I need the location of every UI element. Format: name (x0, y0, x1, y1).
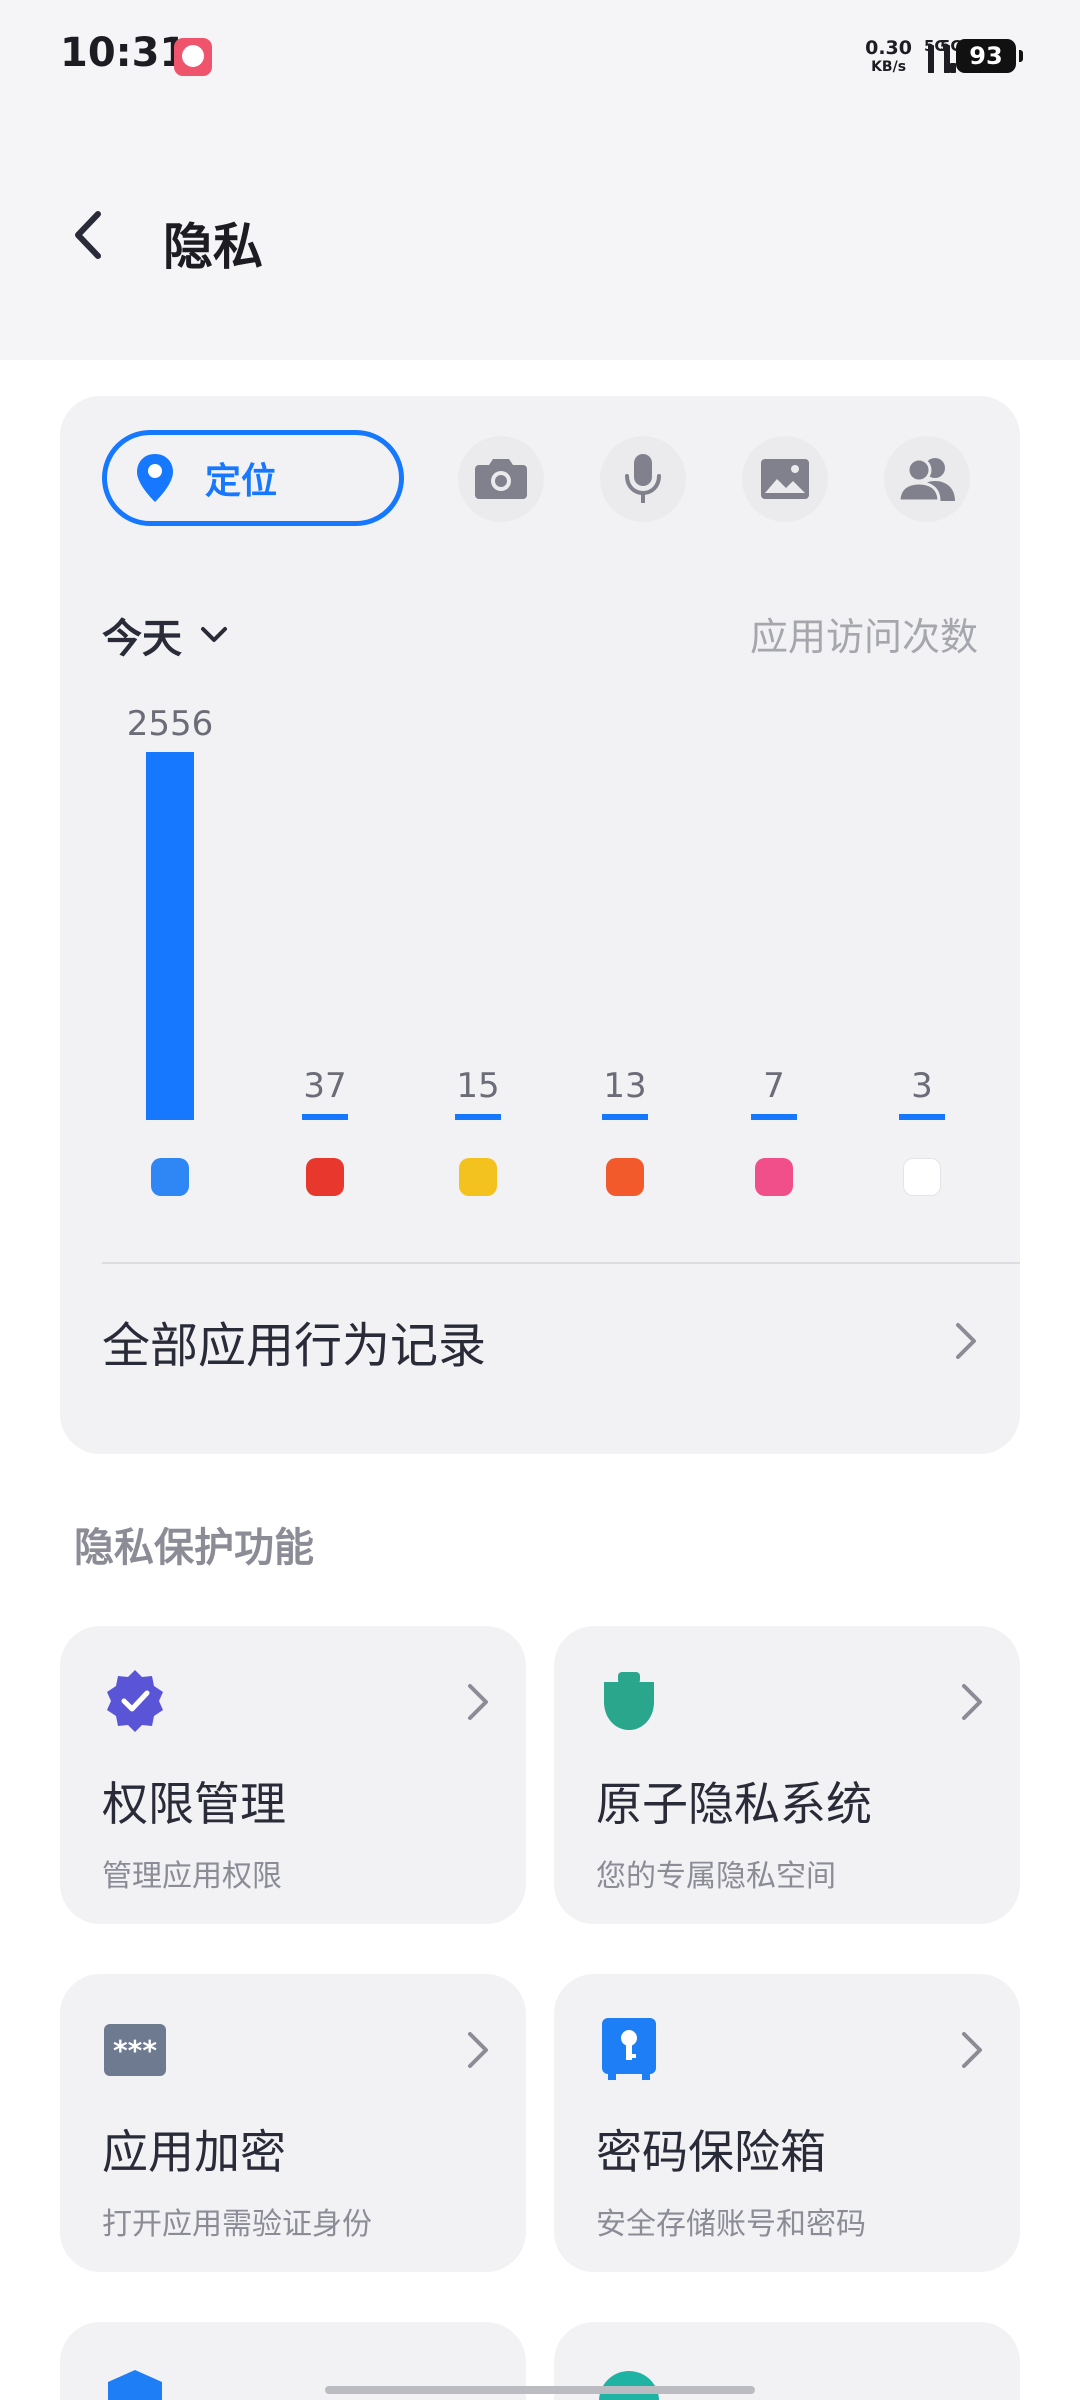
chart-bar (455, 1114, 501, 1120)
svg-text:***: *** (113, 2034, 157, 2067)
network-speed-value: 0.30 (865, 36, 912, 59)
microphone-icon (625, 454, 661, 503)
camera-icon (475, 459, 527, 499)
status-bar: 10:31 0.30 KB/s 5G 5G 93 (0, 0, 1080, 115)
status-right-group: 0.30 KB/s 5G 5G 93 (865, 36, 1023, 76)
tab-gallery[interactable] (742, 436, 828, 522)
main-content: 定位 今天 应用访问次数 2556 37 15 13 7 3 全部应用行为记录 … (0, 360, 1080, 2400)
network-speed-unit: KB/s (871, 58, 907, 75)
app-access-chart: 2556 37 15 13 7 3 (60, 704, 1020, 1226)
chevron-down-icon (201, 627, 227, 642)
password-icon: *** (104, 2024, 166, 2076)
chart-bar (751, 1114, 797, 1120)
network-speed: 0.30 KB/s (865, 36, 912, 75)
chart-bar-value: 7 (763, 1066, 785, 1106)
feature-subtitle: 管理应用权限 (102, 1859, 282, 1894)
chart-bar-value: 37 (303, 1066, 347, 1106)
time-range-label: 今天 (102, 616, 182, 662)
tab-location[interactable]: 定位 (102, 430, 404, 526)
app-icon[interactable] (306, 1158, 344, 1196)
gallery-icon (761, 459, 809, 499)
section-title: 隐私保护功能 (74, 1525, 314, 1571)
chart-bar (302, 1114, 348, 1120)
location-pin-icon (137, 454, 173, 502)
shield-icon (108, 2370, 162, 2400)
signal-icon: 5G (940, 37, 972, 73)
tab-camera[interactable] (458, 436, 544, 522)
chevron-right-icon (962, 2032, 982, 2068)
app-icon[interactable] (459, 1158, 497, 1196)
battery-icon: 93 (956, 39, 1023, 73)
feature-subtitle: 您的专属隐私空间 (596, 1859, 836, 1894)
chart-bar-value: 3 (911, 1066, 933, 1106)
chart-bar-value: 15 (456, 1066, 500, 1106)
feature-title: 密码保险箱 (596, 2125, 826, 2179)
app-icon[interactable] (903, 1158, 941, 1196)
metric-label: 应用访问次数 (749, 615, 978, 659)
back-button[interactable] (62, 205, 112, 265)
chevron-right-icon (468, 1684, 488, 1720)
shield-check-icon (107, 1670, 163, 1732)
feature-title: 应用加密 (102, 2125, 286, 2179)
teal-circle-icon (599, 2371, 659, 2400)
feature-title: 原子隐私系统 (596, 1777, 872, 1831)
tab-location-label: 定位 (205, 461, 278, 502)
home-indicator[interactable] (325, 2386, 755, 2394)
page-title: 隐私 (163, 218, 263, 276)
chevron-right-icon (956, 1323, 976, 1359)
chart-bar (899, 1114, 945, 1120)
chevron-right-icon (962, 1684, 982, 1720)
permission-tabs: 定位 (102, 430, 982, 528)
divider (102, 1262, 1020, 1264)
chart-bar-value: 13 (603, 1066, 647, 1106)
feature-title: 权限管理 (102, 1777, 286, 1831)
privacy-space-icon (604, 1672, 654, 1730)
app-header: 隐私 (0, 115, 1080, 360)
contacts-icon (897, 457, 955, 503)
safe-box-icon (602, 2018, 656, 2080)
chart-bar (602, 1114, 648, 1120)
feature-card-permission-management[interactable]: 权限管理 管理应用权限 (60, 1626, 526, 1924)
app-icon[interactable] (606, 1158, 644, 1196)
tab-microphone[interactable] (600, 436, 686, 522)
feature-card-password-vault[interactable]: 密码保险箱 安全存储账号和密码 (554, 1974, 1020, 2272)
all-app-records-row[interactable]: 全部应用行为记录 (102, 1266, 978, 1416)
all-app-records-label: 全部应用行为记录 (102, 1318, 487, 1374)
chart-bar-value: 2556 (126, 704, 214, 744)
status-time: 10:31 (60, 30, 188, 76)
feature-subtitle: 安全存储账号和密码 (596, 2207, 866, 2242)
tab-contacts[interactable] (884, 436, 970, 522)
app-icon[interactable] (151, 1158, 189, 1196)
chart-bar (146, 752, 194, 1120)
feature-card-app-lock[interactable]: *** 应用加密 打开应用需验证身份 (60, 1974, 526, 2272)
time-range-selector[interactable]: 今天 (102, 606, 228, 664)
feature-card-privacy-system[interactable]: 原子隐私系统 您的专属隐私空间 (554, 1626, 1020, 1924)
chevron-right-icon (468, 2032, 488, 2068)
permission-usage-card: 定位 今天 应用访问次数 2556 37 15 13 7 3 全部应用行为记录 (60, 396, 1020, 1454)
notification-app-icon (174, 38, 212, 76)
app-icon[interactable] (755, 1158, 793, 1196)
chevron-left-icon (75, 211, 101, 259)
feature-subtitle: 打开应用需验证身份 (102, 2207, 372, 2242)
signal-icon: 5G (924, 37, 956, 73)
